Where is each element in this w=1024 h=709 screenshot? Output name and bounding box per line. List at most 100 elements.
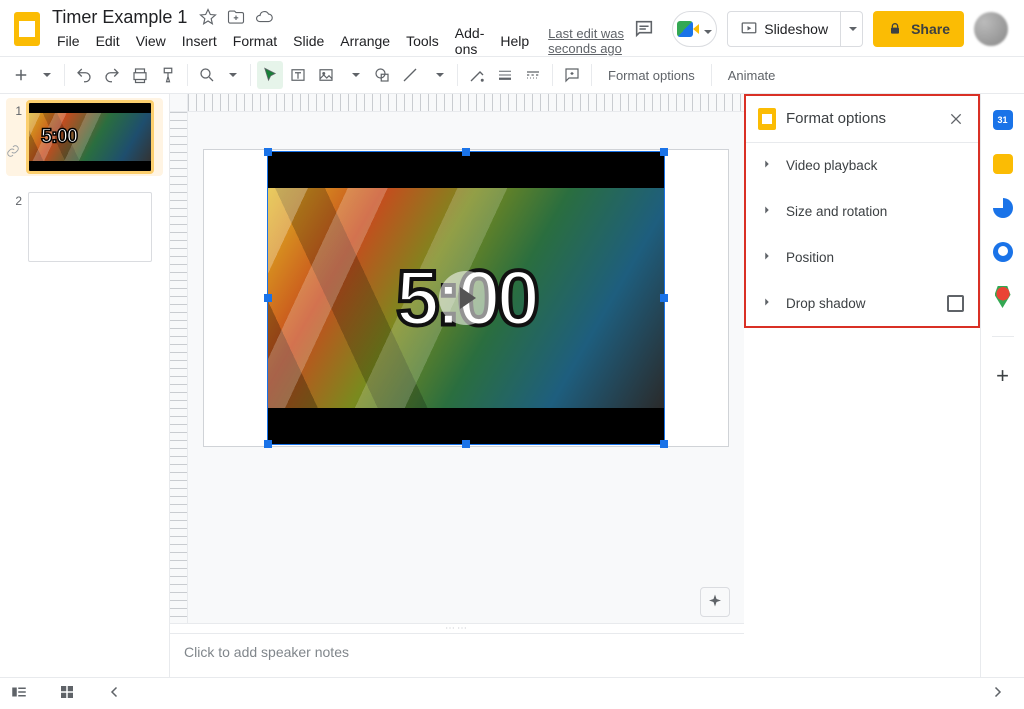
star-icon[interactable] xyxy=(199,8,217,26)
format-section-label: Drop shadow xyxy=(786,296,866,311)
selected-video-object[interactable]: 5:00 xyxy=(268,152,664,444)
border-dash-button[interactable] xyxy=(520,61,546,89)
slide-thumbnail-preview xyxy=(28,192,152,262)
new-slide-button[interactable] xyxy=(8,61,34,89)
contacts-addon-icon[interactable] xyxy=(993,242,1013,262)
meet-dropdown-caret[interactable] xyxy=(701,22,712,37)
drop-shadow-checkbox[interactable] xyxy=(947,295,964,312)
menu-file[interactable]: File xyxy=(50,30,87,52)
filmstrip: 1 5:00 2 xyxy=(0,94,170,677)
cloud-status-icon[interactable] xyxy=(255,8,273,26)
thumbnail-timer-text: 5:00 xyxy=(41,126,77,149)
border-weight-button[interactable] xyxy=(492,61,518,89)
resize-handle-tr[interactable] xyxy=(660,148,668,156)
textbox-tool-button[interactable] xyxy=(285,61,311,89)
calendar-addon-icon[interactable] xyxy=(993,110,1013,130)
maps-addon-icon[interactable] xyxy=(995,286,1011,308)
resize-handle-mr[interactable] xyxy=(660,294,668,302)
border-color-button[interactable] xyxy=(464,61,490,89)
close-icon[interactable] xyxy=(946,109,966,129)
menu-tools[interactable]: Tools xyxy=(399,30,446,52)
editor-workspace: 5:00 xyxy=(170,94,744,677)
redo-button[interactable] xyxy=(99,61,125,89)
present-dropdown-button[interactable] xyxy=(841,11,863,47)
image-dropdown[interactable] xyxy=(341,61,367,89)
format-section-video-playback[interactable]: Video playback xyxy=(746,143,978,189)
resize-handle-ml[interactable] xyxy=(264,294,272,302)
format-options-toolbar-button[interactable]: Format options xyxy=(598,61,705,89)
resize-handle-bm[interactable] xyxy=(462,440,470,448)
slide-number: 2 xyxy=(8,192,22,262)
slide-thumbnail-preview: 5:00 xyxy=(28,102,152,172)
menu-format[interactable]: Format xyxy=(226,30,284,52)
slide-canvas-area[interactable]: 5:00 xyxy=(188,112,744,623)
zoom-dropdown[interactable] xyxy=(218,61,244,89)
menu-view[interactable]: View xyxy=(129,30,173,52)
notes-resize-handle[interactable]: ⋯⋯ xyxy=(170,623,744,633)
menu-slide[interactable]: Slide xyxy=(286,30,331,52)
comments-button[interactable] xyxy=(626,11,662,47)
slide-thumbnail-1[interactable]: 1 5:00 xyxy=(6,98,163,176)
grid-view-button[interactable] xyxy=(58,683,76,704)
format-section-drop-shadow[interactable]: Drop shadow xyxy=(746,280,978,326)
menu-help[interactable]: Help xyxy=(493,30,536,52)
paint-format-button[interactable] xyxy=(155,61,181,89)
main-content: 1 5:00 2 xyxy=(0,94,1024,677)
format-section-position[interactable]: Position xyxy=(746,234,978,280)
new-slide-dropdown[interactable] xyxy=(32,61,58,89)
format-section-label: Position xyxy=(786,250,834,265)
slides-logo-icon xyxy=(14,12,40,46)
tasks-addon-icon[interactable] xyxy=(993,198,1013,218)
menu-insert[interactable]: Insert xyxy=(175,30,224,52)
get-addons-button[interactable]: + xyxy=(996,365,1009,387)
slide-thumbnail-2[interactable]: 2 xyxy=(6,188,163,266)
meet-button[interactable] xyxy=(672,11,717,47)
bottom-bar xyxy=(0,677,1024,709)
resize-handle-tl[interactable] xyxy=(264,148,272,156)
vertical-ruler[interactable] xyxy=(170,112,188,623)
link-indicator-icon xyxy=(6,144,20,161)
account-avatar[interactable] xyxy=(974,12,1008,46)
filmstrip-view-button[interactable] xyxy=(10,683,28,704)
chevron-right-icon xyxy=(760,295,774,312)
hide-side-panel-button[interactable] xyxy=(980,683,1014,704)
play-icon[interactable] xyxy=(439,271,493,325)
print-button[interactable] xyxy=(127,61,153,89)
speaker-notes-input[interactable]: Click to add speaker notes xyxy=(170,633,744,677)
comment-insert-button[interactable] xyxy=(559,61,585,89)
present-slideshow-label: Slideshow xyxy=(764,21,828,37)
chevron-right-icon xyxy=(760,203,774,220)
format-options-icon xyxy=(758,108,776,130)
menu-addons[interactable]: Add-ons xyxy=(448,22,492,60)
zoom-button[interactable] xyxy=(194,61,220,89)
menu-arrange[interactable]: Arrange xyxy=(333,30,397,52)
explore-button[interactable] xyxy=(700,587,730,617)
app-header: Timer Example 1 File Edit View Insert Fo… xyxy=(0,0,1024,56)
line-tool-button[interactable] xyxy=(397,61,423,89)
document-title[interactable]: Timer Example 1 xyxy=(50,7,189,28)
image-tool-button[interactable] xyxy=(313,61,339,89)
share-button[interactable]: Share xyxy=(873,11,964,47)
resize-handle-tm[interactable] xyxy=(462,148,470,156)
undo-button[interactable] xyxy=(71,61,97,89)
shape-tool-button[interactable] xyxy=(369,61,395,89)
resize-handle-bl[interactable] xyxy=(264,440,272,448)
format-section-label: Size and rotation xyxy=(786,204,887,219)
slide-page[interactable]: 5:00 xyxy=(204,150,728,446)
last-edit-link[interactable]: Last edit was seconds ago xyxy=(548,26,626,56)
share-label: Share xyxy=(911,21,950,37)
resize-handle-br[interactable] xyxy=(660,440,668,448)
line-dropdown[interactable] xyxy=(425,61,451,89)
menu-edit[interactable]: Edit xyxy=(89,30,127,52)
animate-toolbar-button[interactable]: Animate xyxy=(718,61,786,89)
format-section-size-rotation[interactable]: Size and rotation xyxy=(746,189,978,235)
collapse-filmstrip-button[interactable] xyxy=(106,683,124,704)
slides-home-button[interactable] xyxy=(10,6,44,52)
horizontal-ruler[interactable] xyxy=(188,94,744,112)
side-panel: + xyxy=(980,94,1024,677)
side-panel-separator xyxy=(992,336,1014,337)
move-icon[interactable] xyxy=(227,8,245,26)
keep-addon-icon[interactable] xyxy=(993,154,1013,174)
present-slideshow-button[interactable]: Slideshow xyxy=(727,11,841,47)
select-tool-button[interactable] xyxy=(257,61,283,89)
